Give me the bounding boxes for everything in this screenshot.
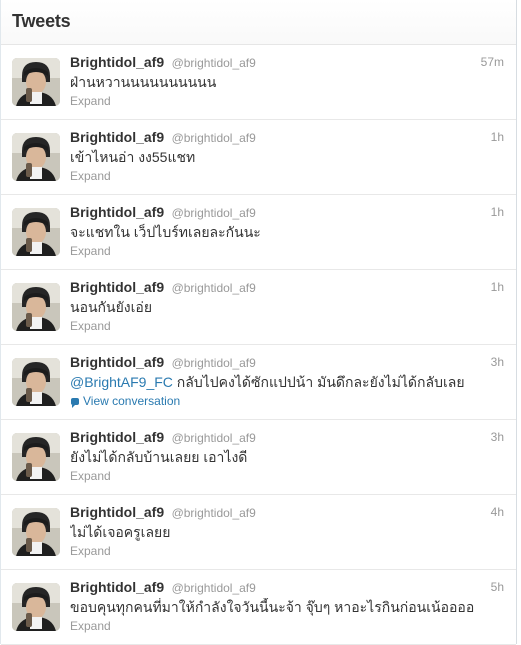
avatar[interactable] (12, 508, 60, 556)
tweet-author-handle[interactable]: @brightidol_af9 (172, 56, 256, 70)
avatar[interactable] (12, 583, 60, 631)
tweet-author-name[interactable]: Brightidol_af9 (70, 429, 164, 445)
tweet-text: ขอบคุนทุกคนที่มาให้กำลังใจวันนี้นะจ้า จุ… (70, 599, 475, 615)
expand-link[interactable]: Expand (70, 468, 504, 484)
avatar[interactable] (12, 133, 60, 181)
tweet-author-handle[interactable]: @brightidol_af9 (172, 356, 256, 370)
tweet-item[interactable]: Brightidol_af9 @brightidol_af9 1h จะแชทใ… (1, 195, 516, 270)
tweet-text: นอนกันยังเอ่ย (70, 299, 153, 315)
expand-link[interactable]: Expand (70, 93, 504, 109)
tweet-author-handle[interactable]: @brightidol_af9 (172, 431, 256, 445)
tweet-timestamp[interactable]: 5h (491, 580, 504, 594)
avatar[interactable] (12, 208, 60, 256)
view-conversation-link[interactable]: View conversation (70, 393, 504, 409)
tweet-text: ยังไม่ได้กลับบ้านเลยย เอาไงดี (70, 449, 248, 465)
tweet-text: ไม่ได้เจอครูเลยย (70, 524, 171, 540)
tweet-timestamp[interactable]: 1h (491, 130, 504, 144)
tweets-title: Tweets (12, 11, 71, 31)
expand-link[interactable]: Expand (70, 243, 504, 259)
tweet-timestamp[interactable]: 1h (491, 205, 504, 219)
tweet-item[interactable]: Brightidol_af9 @brightidol_af9 3h ยังไม่… (1, 420, 516, 495)
tweet-timestamp[interactable]: 1h (491, 280, 504, 294)
tweet-author-handle[interactable]: @brightidol_af9 (172, 281, 256, 295)
tweets-panel: Tweets Brightidol_af9 @brightidol_af9 57… (0, 0, 517, 645)
tweet-author-name[interactable]: Brightidol_af9 (70, 354, 164, 370)
tweet-timestamp[interactable]: 57m (481, 55, 504, 69)
avatar[interactable] (12, 433, 60, 481)
tweet-author-name[interactable]: Brightidol_af9 (70, 504, 164, 520)
tweet-item[interactable]: Brightidol_af9 @brightidol_af9 4h ไม่ได้… (1, 495, 516, 570)
tweet-author-name[interactable]: Brightidol_af9 (70, 204, 164, 220)
tweet-item[interactable]: Brightidol_af9 @brightidol_af9 1h นอนกัน… (1, 270, 516, 345)
tweet-author-name[interactable]: Brightidol_af9 (70, 129, 164, 145)
tweet-text: ฝ่านหวานนนนนนนนนน (70, 74, 217, 90)
tweet-author-name[interactable]: Brightidol_af9 (70, 579, 164, 595)
tweet-text-body: กลับไปคงได้ซักแปปน้า มันดึกละยังไม่ได้กล… (172, 374, 465, 390)
tweet-author-handle[interactable]: @brightidol_af9 (172, 506, 256, 520)
expand-link[interactable]: Expand (70, 318, 504, 334)
tweet-text: @BrightAF9_FC กลับไปคงได้ซักแปปน้า มันดึ… (70, 373, 504, 391)
avatar[interactable] (12, 358, 60, 406)
tweet-author-handle[interactable]: @brightidol_af9 (172, 131, 256, 145)
tweet-item[interactable]: Brightidol_af9 @brightidol_af9 5h ขอบคุน… (1, 570, 516, 645)
tweet-timestamp[interactable]: 3h (491, 355, 504, 369)
expand-link[interactable]: Expand (70, 543, 504, 559)
conversation-bubble-icon (71, 398, 79, 408)
tweet-author-name[interactable]: Brightidol_af9 (70, 54, 164, 70)
tweet-timestamp[interactable]: 4h (491, 505, 504, 519)
tweet-author-handle[interactable]: @brightidol_af9 (172, 206, 256, 220)
tweet-item[interactable]: Brightidol_af9 @brightidol_af9 1h เข้าไห… (1, 120, 516, 195)
tweets-header: Tweets (1, 0, 516, 45)
tweet-text: เข้าไหนอ่า งง55แชท (70, 149, 196, 165)
tweet-item[interactable]: Brightidol_af9 @brightidol_af9 3h @Brigh… (1, 345, 516, 420)
tweet-text: จะแชทใน เว็ปไบร์ทเลยละกันนะ (70, 224, 261, 240)
expand-link[interactable]: Expand (70, 618, 504, 634)
view-conversation-label: View conversation (83, 394, 181, 408)
mention-link[interactable]: @BrightAF9_FC (70, 374, 173, 390)
avatar[interactable] (12, 283, 60, 331)
tweet-item[interactable]: Brightidol_af9 @brightidol_af9 57m ฝ่านห… (1, 45, 516, 120)
expand-link[interactable]: Expand (70, 168, 504, 184)
tweet-author-name[interactable]: Brightidol_af9 (70, 279, 164, 295)
tweet-author-handle[interactable]: @brightidol_af9 (172, 581, 256, 595)
tweet-timestamp[interactable]: 3h (491, 430, 504, 444)
avatar[interactable] (12, 58, 60, 106)
